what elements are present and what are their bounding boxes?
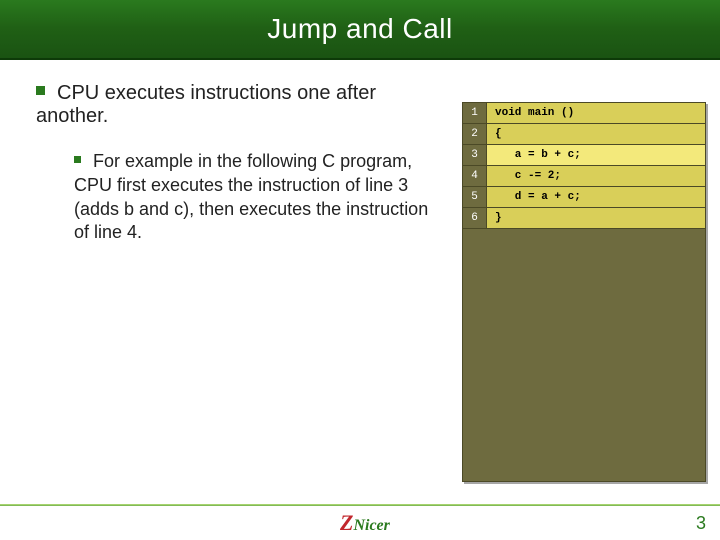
slide-title: Jump and Call [267,13,452,45]
code-row: 5 d = a + c; [463,187,705,208]
code-row: 1 void main () [463,103,705,124]
logo-z: Z [340,510,353,536]
content-area: CPU executes instructions one after anot… [0,70,720,500]
bullet-square-icon [74,156,81,163]
line-number: 4 [463,166,487,187]
line-number: 6 [463,208,487,229]
code-row: 6 } [463,208,705,229]
code-text: d = a + c; [487,187,705,208]
line-number: 3 [463,145,487,166]
bullet-2-text: For example in the following C program, … [74,151,428,242]
logo-text: Nicer [353,517,389,535]
footer: ZNicer 3 [0,506,720,540]
slide: Jump and Call CPU executes instructions … [0,0,720,540]
line-number: 1 [463,103,487,124]
bullet-1-text: CPU executes instructions one after anot… [36,82,376,127]
line-number: 5 [463,187,487,208]
line-number: 2 [463,124,487,145]
page-number: 3 [696,513,706,534]
code-text: { [487,124,705,145]
title-bar: Jump and Call [0,0,720,60]
code-box: 1 void main () 2 { 3 a = b + c; 4 c -= 2… [462,102,706,482]
bullet-level-1: CPU executes instructions one after anot… [36,82,436,128]
code-text: } [487,208,705,229]
code-row-highlighted: 3 a = b + c; [463,145,705,166]
code-text: a = b + c; [487,145,705,166]
bullet-level-2: For example in the following C program, … [74,150,434,245]
code-text: c -= 2; [487,166,705,187]
code-text: void main () [487,103,705,124]
code-row: 2 { [463,124,705,145]
bullet-square-icon [36,86,45,95]
code-row: 4 c -= 2; [463,166,705,187]
logo: ZNicer [340,510,390,536]
